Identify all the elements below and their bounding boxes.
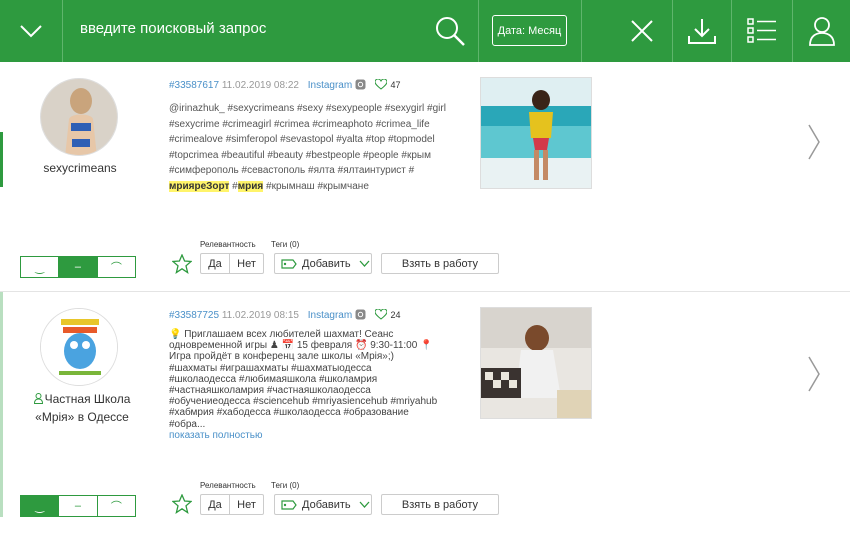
show-more-link[interactable]: показать полностью	[169, 430, 262, 441]
relevance-no-button[interactable]: Нет	[230, 254, 263, 273]
relevance-yes-button[interactable]: Да	[201, 254, 230, 273]
relevance-toggle: Да Нет	[200, 494, 264, 515]
post-text: 💡 Приглашаем всех любителей шахмат! Сеан…	[169, 329, 438, 430]
heart-icon	[374, 308, 388, 320]
heart-icon	[374, 78, 388, 90]
sentiment-neutral-button[interactable]: –	[59, 496, 98, 516]
list-view-button[interactable]	[732, 0, 792, 62]
add-tag-button[interactable]: Добавить	[274, 494, 372, 515]
post-photo	[481, 308, 591, 418]
search-button[interactable]	[428, 0, 472, 62]
instagram-icon	[355, 309, 366, 320]
tag-icon	[281, 258, 297, 269]
post-date: 11.02.2019 08:22	[221, 80, 299, 91]
sentiment-neutral-button[interactable]: –	[59, 257, 98, 277]
relevance-no-button[interactable]: Нет	[230, 495, 263, 514]
author-name[interactable]: Частная Школа «Мрія» в Одессе	[12, 390, 152, 426]
user-icon	[33, 393, 43, 404]
chevron-right-icon[interactable]	[804, 354, 824, 394]
checklist-icon	[747, 18, 776, 43]
sentiment-positive-button[interactable]: ‿	[21, 257, 60, 277]
sentiment-negative-button[interactable]: ⌒	[98, 496, 135, 516]
source-link[interactable]: Instagram	[308, 80, 352, 91]
school-logo	[41, 309, 117, 385]
post-date: 11.02.2019 08:15	[221, 310, 299, 321]
download-button[interactable]	[673, 0, 731, 62]
likes-count: 47	[390, 80, 401, 90]
author-name[interactable]: sexycrimeans	[20, 159, 140, 177]
chevron-right-icon[interactable]	[804, 122, 824, 162]
star-icon[interactable]	[172, 494, 192, 514]
post-text: @irinazhuk_ #sexycrimeans #sexy #sexypeo…	[169, 103, 446, 192]
chevron-down-icon	[359, 260, 370, 267]
relevance-label: Релевантность	[200, 481, 256, 490]
menu-toggle-button[interactable]	[0, 0, 62, 62]
sentiment-selector: ‿ – ⌒	[20, 495, 136, 517]
add-tag-button[interactable]: Добавить	[274, 253, 372, 274]
take-to-work-button[interactable]: Взять в работу	[381, 494, 499, 515]
sentiment-negative-button[interactable]: ⌒	[98, 257, 135, 277]
user-profile-button[interactable]	[793, 0, 850, 62]
clear-button[interactable]	[612, 0, 672, 62]
post-card: sexycrimeans #33587617 11.02.2019 08:22 …	[0, 62, 850, 290]
post-meta: #33587725 11.02.2019 08:15 Instagram 24	[169, 308, 401, 321]
sentiment-positive-button[interactable]: ‿	[21, 496, 60, 516]
post-feed: sexycrimeans #33587617 11.02.2019 08:22 …	[0, 62, 850, 535]
avatar[interactable]	[40, 308, 118, 386]
search-input[interactable]: введите поисковый запрос	[80, 20, 266, 37]
tag-icon	[281, 499, 297, 510]
search-icon	[436, 17, 465, 46]
tags-label: Теги (0)	[271, 240, 300, 249]
user-icon	[808, 17, 835, 46]
chevron-down-icon	[359, 501, 370, 508]
post-card: Частная Школа «Мрія» в Одессе #33587725 …	[0, 292, 850, 535]
relevance-yes-button[interactable]: Да	[201, 495, 230, 514]
author-photo	[41, 79, 117, 155]
highlight-match: мрия	[237, 180, 264, 192]
download-icon	[688, 19, 716, 44]
relevance-toggle: Да Нет	[200, 253, 264, 274]
avatar[interactable]	[40, 78, 118, 156]
sentiment-selector: ‿ – ⌒	[20, 256, 136, 278]
post-image[interactable]	[480, 307, 592, 419]
close-icon	[631, 20, 653, 42]
relevance-label: Релевантность	[200, 240, 256, 249]
post-photo	[481, 78, 591, 188]
star-icon[interactable]	[172, 254, 192, 274]
highlight-match: мрияреЗорт	[169, 180, 230, 192]
likes-count: 24	[390, 310, 401, 320]
post-meta: #33587617 11.02.2019 08:22 Instagram 47	[169, 78, 401, 91]
instagram-icon	[355, 79, 366, 90]
chevron-down-icon	[20, 25, 42, 38]
tags-label: Теги (0)	[271, 481, 300, 490]
top-bar: введите поисковый запрос Дата: Месяц	[0, 0, 850, 62]
post-id-link[interactable]: #33587617	[169, 80, 219, 91]
source-link[interactable]: Instagram	[308, 310, 352, 321]
take-to-work-button[interactable]: Взять в работу	[381, 253, 499, 274]
date-filter-button[interactable]: Дата: Месяц	[492, 15, 567, 46]
post-id-link[interactable]: #33587725	[169, 310, 219, 321]
post-image[interactable]	[480, 77, 592, 189]
